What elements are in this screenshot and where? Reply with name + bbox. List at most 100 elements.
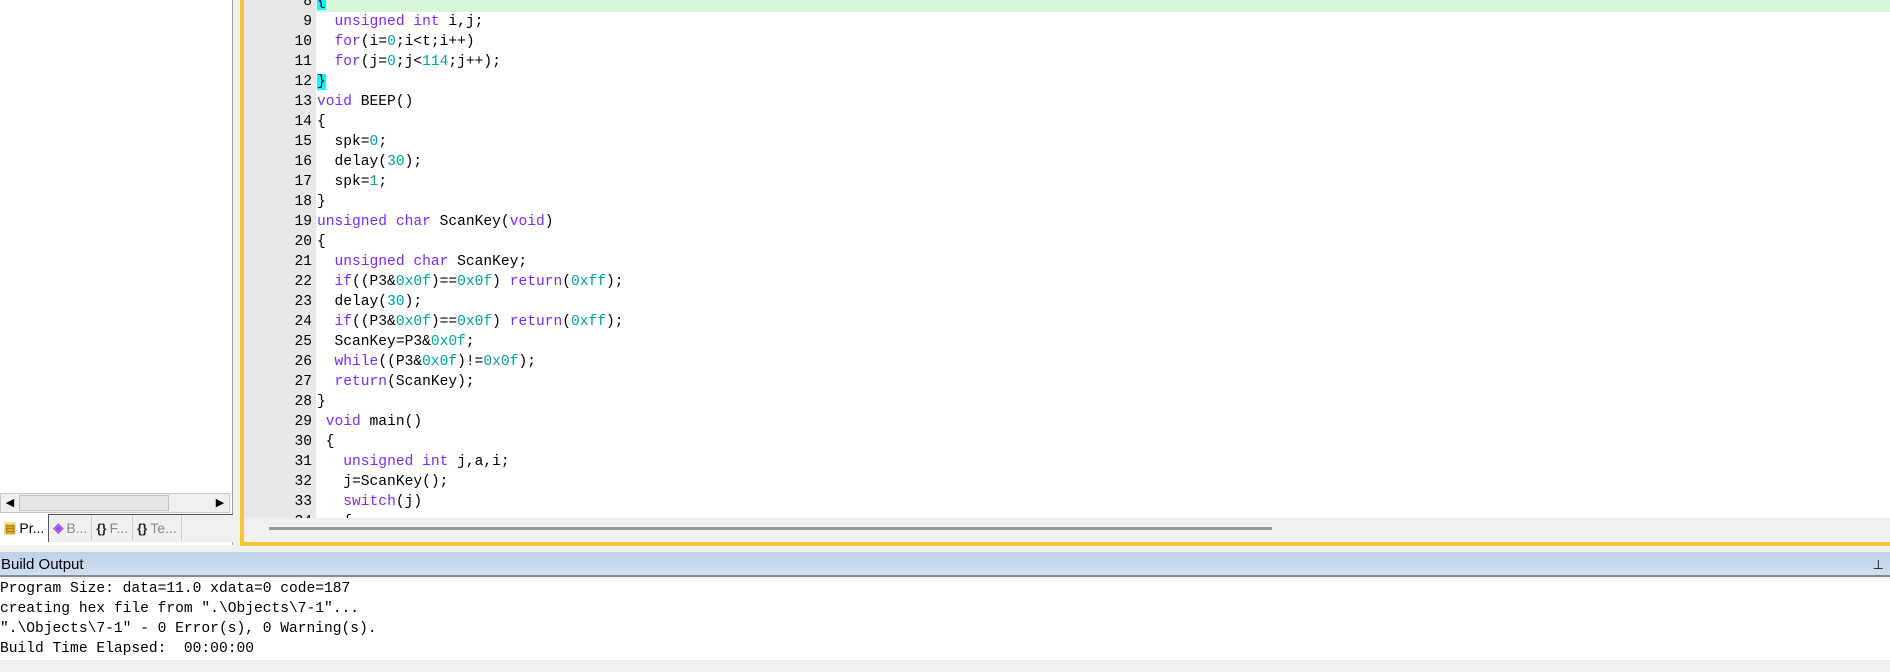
code-token: (j) [395, 494, 423, 510]
code-text: if((P3&0x0f)==0x0f) return(0xff); [316, 312, 1890, 332]
tab-project[interactable]: ▤ Pr... [0, 514, 50, 542]
code-line[interactable]: 9 unsigned int i,j; [244, 12, 1890, 32]
line-number: 21 [294, 254, 312, 270]
code-text: unsigned int i,j; [316, 12, 1890, 32]
code-token: ( [562, 274, 571, 290]
project-horizontal-scrollbar[interactable]: ◀ ▶ [0, 493, 230, 513]
code-text: while((P3&0x0f)!=0x0f); [316, 352, 1890, 372]
code-token: ) [544, 214, 554, 230]
number-token: 0xff [571, 314, 607, 330]
line-number: 29 [294, 414, 312, 430]
tab-books[interactable]: ◈ B... [49, 515, 93, 541]
keyword-token: void [325, 414, 361, 430]
line-number: 33 [294, 494, 312, 510]
line-number: 30 [294, 434, 312, 450]
code-token: ScanKey; [448, 254, 528, 270]
keyword-token: return [509, 314, 563, 330]
code-area[interactable]: 8{9 unsigned int i,j; 10 for(i=0;i<t;i++)… [244, 0, 1890, 518]
code-text: { [316, 232, 1890, 252]
code-token: ); [404, 154, 423, 170]
code-line[interactable]: 14 { [244, 112, 1890, 132]
code-line[interactable]: 22 if((P3&0x0f)==0x0f) return(0xff); [244, 272, 1890, 292]
build-output-text: Program Size: data=11.0 xdata=0 code=187… [0, 579, 1890, 660]
number-token: 30 [387, 294, 405, 310]
keyword-token: while [334, 354, 379, 370]
code-line[interactable]: 28} [244, 392, 1890, 412]
code-text: unsigned char ScanKey; [316, 252, 1890, 272]
code-token: (i= [360, 34, 388, 50]
line-number: 8 [303, 0, 312, 10]
code-text: for(j=0;j<114;j++); [316, 52, 1890, 72]
code-line[interactable]: 11 for(j=0;j<114;j++); [244, 52, 1890, 72]
code-line[interactable]: 25 ScanKey=P3&0x0f; [244, 332, 1890, 352]
code-token: ;j< [395, 54, 423, 70]
code-token: } [317, 394, 326, 410]
scroll-right-icon[interactable]: ▶ [211, 494, 229, 512]
number-token: 0x0f [395, 314, 431, 330]
code-editor[interactable]: 8{9 unsigned int i,j; 10 for(i=0;i<t;i++)… [240, 0, 1890, 546]
code-text: { [316, 112, 1890, 132]
code-text: } [316, 192, 1890, 212]
code-text: { [316, 0, 1890, 12]
code-line[interactable]: 19 unsigned char ScanKey(void) [244, 212, 1890, 232]
keyword-token: unsigned int [343, 454, 449, 470]
line-number: 18 [294, 194, 312, 210]
code-line[interactable]: 27 return(ScanKey); [244, 372, 1890, 392]
code-line[interactable]: 31 unsigned int j,a,i; [244, 452, 1890, 472]
code-text: ScanKey=P3&0x0f; [316, 332, 1890, 352]
code-token: j,a,i; [448, 454, 510, 470]
output-horizontal-scrollbar[interactable] [0, 660, 1890, 672]
scrollbar-thumb[interactable] [19, 495, 169, 511]
code-text: } [316, 392, 1890, 412]
code-line[interactable]: 18} [244, 192, 1890, 212]
line-number: 10 [294, 34, 312, 50]
tab-functions[interactable]: {} F... [92, 515, 134, 541]
code-line[interactable]: 8{ [244, 0, 1890, 12]
pin-icon[interactable]: ⊥ [1873, 552, 1884, 577]
keyword-token: for [334, 54, 361, 70]
code-line[interactable]: 30 { [244, 432, 1890, 452]
scrollbar-track[interactable] [269, 527, 1272, 530]
code-line[interactable]: 12} [244, 72, 1890, 92]
books-icon: ◈ [53, 520, 64, 535]
code-token: ;i<t;i++) [395, 34, 475, 50]
line-number: 27 [294, 374, 312, 390]
code-line[interactable]: 23 delay(30); [244, 292, 1890, 312]
code-line[interactable]: 16 delay(30); [244, 152, 1890, 172]
tab-templates[interactable]: {} Te... [133, 515, 182, 541]
editor-horizontal-scrollbar[interactable] [244, 518, 1890, 542]
code-text: unsigned char ScanKey(void) [316, 212, 1890, 232]
code-line[interactable]: 24 if((P3&0x0f)==0x0f) return(0xff); [244, 312, 1890, 332]
scroll-left-icon[interactable]: ◀ [1, 494, 19, 512]
code-line[interactable]: 10 for(i=0;i<t;i++) [244, 32, 1890, 52]
number-token: 0x0f [395, 274, 431, 290]
code-line[interactable]: 15 spk=0; [244, 132, 1890, 152]
code-token: ); [404, 294, 423, 310]
tab-label: Pr... [19, 520, 45, 536]
code-line[interactable]: 21 unsigned char ScanKey; [244, 252, 1890, 272]
code-line[interactable]: 32 j=ScanKey(); [244, 472, 1890, 492]
code-token: delay( [317, 294, 388, 310]
code-line[interactable]: 13 void BEEP() [244, 92, 1890, 112]
code-line[interactable]: 20 { [244, 232, 1890, 252]
number-token: 0 [387, 54, 396, 70]
code-line[interactable]: 29 void main() [244, 412, 1890, 432]
code-token: )== [430, 274, 458, 290]
code-line[interactable]: 26 while((P3&0x0f)!=0x0f); [244, 352, 1890, 372]
project-panel: ◀ ▶ ▤ Pr... ◈ B... {} F... {} Te... [0, 0, 233, 545]
line-number: 22 [294, 274, 312, 290]
code-token: ((P3& [378, 354, 423, 370]
line-number: 17 [294, 174, 312, 190]
code-line[interactable]: 17 spk=1; [244, 172, 1890, 192]
code-line[interactable]: 33 switch(j) [244, 492, 1890, 512]
code-token: ); [518, 354, 536, 370]
code-token: ; [465, 334, 475, 350]
code-token: ((P3& [352, 314, 396, 330]
